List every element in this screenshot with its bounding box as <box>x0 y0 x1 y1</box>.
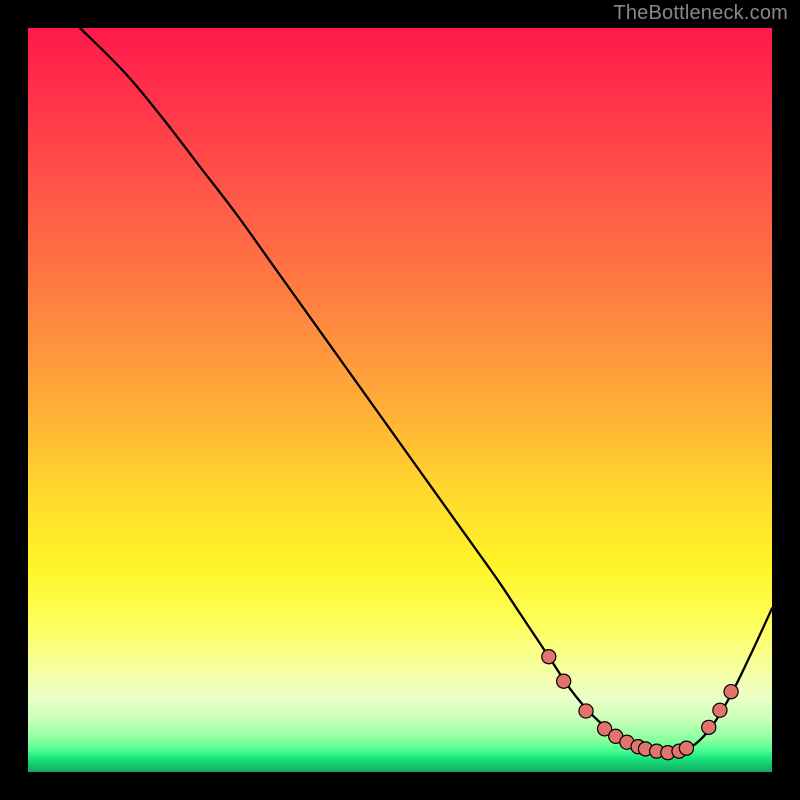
data-markers <box>542 650 738 760</box>
watermark-label: TheBottleneck.com <box>613 2 788 25</box>
data-marker <box>679 741 693 755</box>
data-marker <box>702 720 716 734</box>
data-marker <box>579 704 593 718</box>
data-marker <box>724 685 738 699</box>
data-marker <box>713 703 727 717</box>
data-marker <box>557 674 571 688</box>
plot-area <box>28 28 772 772</box>
chart-svg <box>28 28 772 772</box>
chart-frame: TheBottleneck.com <box>0 0 800 800</box>
bottleneck-curve <box>80 28 772 754</box>
data-marker <box>542 650 556 664</box>
